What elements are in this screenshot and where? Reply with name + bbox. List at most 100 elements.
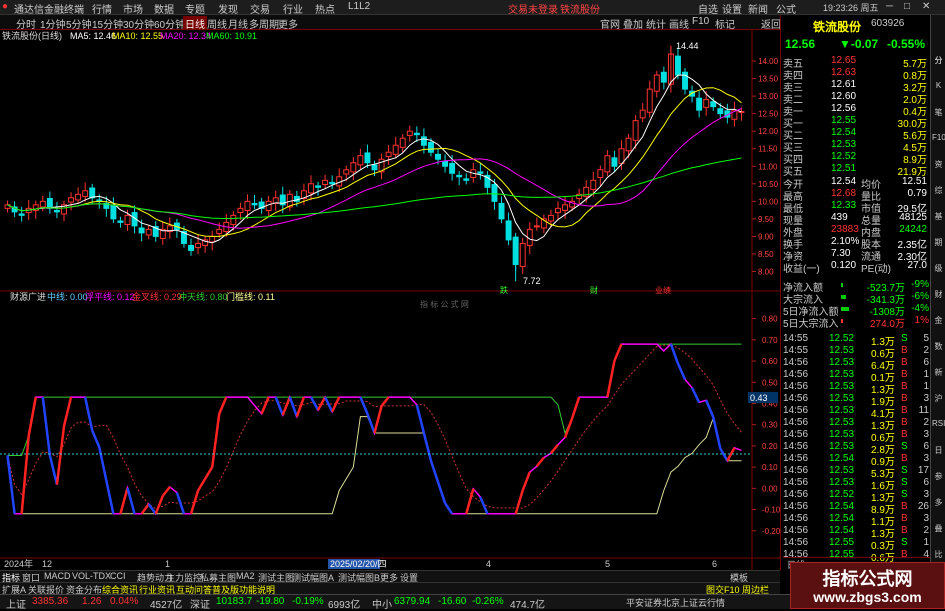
candle [343,169,350,175]
period-5m[interactable]: 5分钟 [66,16,92,31]
period-more[interactable]: 更多 [278,16,298,31]
tool-stats[interactable]: 统计 [646,16,666,31]
sidebar-item[interactable]: 多 [932,497,945,508]
sidebar-item[interactable]: 综 [932,185,945,196]
menu-settings[interactable]: 设置 [722,1,742,16]
bid-row: 买四 12.52 8.9万 [783,151,931,166]
tick-time: 14:56 [783,381,809,392]
flow-bar [841,307,849,311]
menu-trade[interactable]: 交易 [250,1,270,16]
sidebar-item[interactable]: 金 [932,315,945,326]
menu-discover[interactable]: 发现 [218,1,238,16]
menu-quotes[interactable]: 行情 [92,1,112,16]
quote-panel: 铁流股份 603926 12.56 ▼-0.07 -0.55% 卖五 12.65 5… [780,15,931,570]
tick-count: 5 [923,333,929,344]
menu-news[interactable]: 新闻 [748,1,768,16]
sidebar-item[interactable]: 财 [932,289,945,300]
tool-mark[interactable]: 标记 [715,16,735,31]
tick-side: B [901,429,908,440]
sidebar-item[interactable]: 资 [932,159,945,170]
candle [406,130,413,136]
tick-time: 14:56 [783,465,809,476]
sidebar-item[interactable]: K [932,81,945,90]
sidebar-item[interactable]: 叠 [932,523,945,534]
period-30m[interactable]: 30分钟 [123,16,154,31]
sidebar-item[interactable]: 比 [932,549,945,560]
sidebar-item[interactable]: 参 [932,471,945,482]
x-label-6: 5 [605,559,610,569]
chart-area[interactable]: 铁流股份(日线) MA5: 12.46 MA10: 12.55 MA20: 12… [0,30,780,570]
tick-side: B [901,381,908,392]
sidebar-item[interactable]: 新 [932,367,945,378]
current-stock: 铁流股份 [560,5,600,16]
period-month[interactable]: 月线 [228,16,248,31]
candle [710,101,717,108]
trade-login-notice[interactable]: 交易未登录 [508,1,558,16]
menu-market[interactable]: 市场 [123,1,143,16]
sh-change: 1.26 [82,596,102,607]
tick-price: 12.53 [829,345,855,356]
price-tick-label: 9.50 [758,215,774,224]
tool-overlay[interactable]: 叠加 [623,16,643,31]
maximize-icon[interactable]: □ [904,1,910,12]
period-multi[interactable]: 多周期 [249,16,279,31]
minimize-icon[interactable]: ─ [886,1,893,12]
candle [555,207,561,214]
menu-l1l2[interactable]: L1L2 [348,1,370,12]
sidebar-item[interactable]: RSI [932,419,945,428]
price-tick-label: 10.50 [758,180,779,189]
quote-pct: -0.55% [887,37,926,51]
sidebar-item[interactable]: F10 [932,133,945,142]
stat-value2: 0.79 [907,188,927,199]
candle [110,205,117,220]
menu-industry[interactable]: 行业 [283,1,303,16]
tick-price: 12.53 [829,465,855,476]
sidebar-item[interactable]: 笔 [932,107,945,118]
stat-label2: PE(动) [861,264,891,275]
tick-row: 14:56 12.53 1.6万 S 6 [783,477,931,492]
menu-topic[interactable]: 专题 [185,1,205,16]
tick-count: 2 [923,417,929,428]
menu-hot[interactable]: 热点 [315,1,335,16]
tool-f10[interactable]: F10 [692,16,709,27]
sidebar-item[interactable]: 基 [932,211,945,222]
tool-draw[interactable]: 画线 [669,16,689,31]
sidebar-item[interactable]: 分 [932,55,945,66]
tick-row: 14:56 12.53 4.1万 B 11 [783,405,931,420]
period-1m[interactable]: 1分钟 [40,16,66,31]
period-day[interactable]: 日线 [183,16,207,31]
menu-data[interactable]: 数据 [154,1,174,16]
ma5-label: MA5: 12.46 [70,31,116,41]
tick-side: B [901,357,908,368]
ma10-label: MA10: 12.55 [112,31,163,41]
indicator-tab[interactable]: VOL-TDX [72,571,111,581]
tick-price: 12.53 [829,357,855,368]
candle [46,198,53,209]
tick-price: 12.53 [829,441,855,452]
flow-pct: -4% [911,303,929,314]
close-icon[interactable]: ✕ [922,1,930,12]
period-tick[interactable]: 分时 [16,16,36,31]
candle [646,88,653,113]
bid-row-price: 12.55 [831,115,857,126]
period-week[interactable]: 周线 [207,16,227,31]
tool-back[interactable]: 返回 [761,16,781,31]
osc-tick-label: 0.20 [762,442,778,451]
sidebar-item[interactable]: 级 [932,263,945,274]
stat-row: 净资 7.30 流通 2.30亿 [783,248,931,263]
candle [89,187,96,199]
sidebar-item[interactable]: 数 [932,341,945,352]
period-60m[interactable]: 60分钟 [154,16,185,31]
menu-favorites[interactable]: 自选 [698,1,718,16]
indicator-tab[interactable]: MACD [44,571,71,581]
tool-official[interactable]: 官网 [600,16,620,31]
sidebar-item[interactable]: 沪 [932,393,945,404]
menu-formula[interactable]: 公式 [776,1,796,16]
sidebar-item[interactable]: 日 [932,445,945,456]
indicator-tab[interactable]: CCI [110,571,126,581]
indicator-tab[interactable]: MA2 [236,571,255,581]
title-bar: ● 通达信金融终端 行情 市场 数据 专题 发现 交易 行业 热点 L1L2 交… [0,0,945,16]
sidebar-item[interactable]: 期 [932,237,945,248]
period-15m[interactable]: 15分钟 [92,16,123,31]
ask-row: 卖五 12.65 5.7万 [783,55,931,70]
